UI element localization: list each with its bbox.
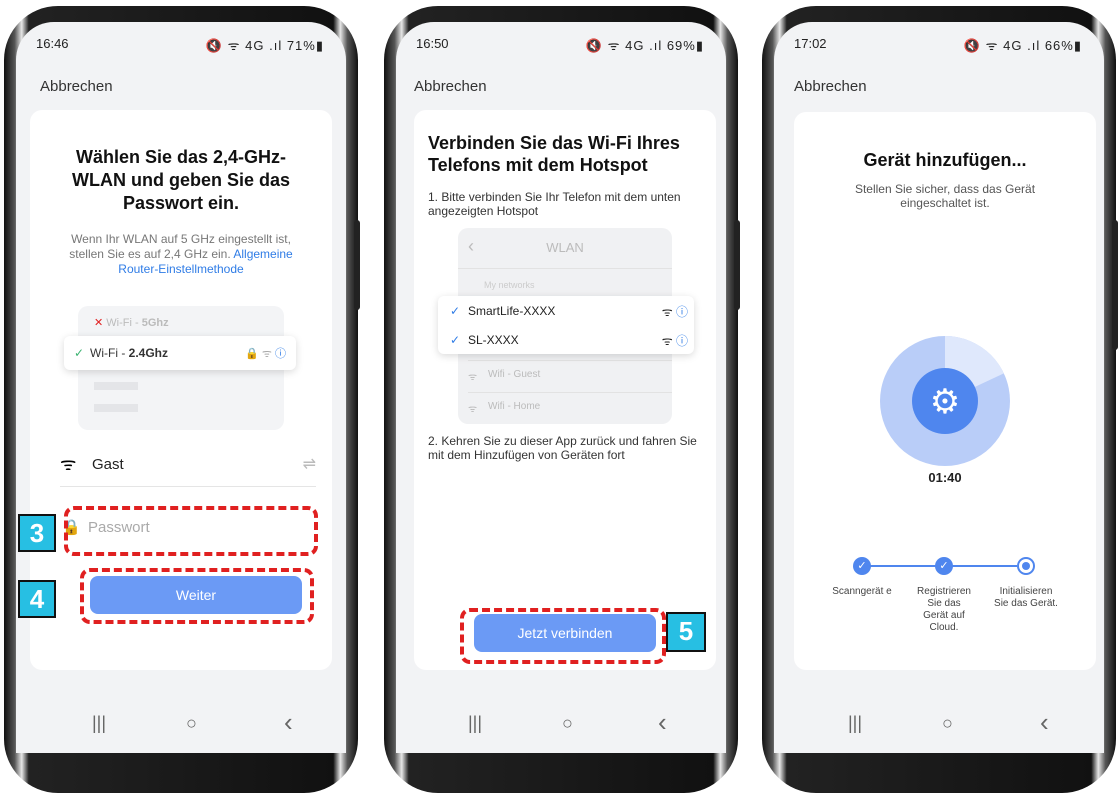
page-title: Verbinden Sie das Wi-Fi Ihres Telefons m…	[428, 133, 680, 175]
step-3-dot	[1017, 557, 1035, 575]
network-row[interactable]: ᯤ Gast ⇌	[60, 450, 316, 480]
hotspot-row[interactable]: ✓ SmartLife-XXXX ᯤ ⓘ	[438, 296, 694, 325]
step-badge-4: 4	[18, 580, 56, 618]
network-name: Wifi - Guest	[488, 369, 541, 380]
status-time: 17:02	[794, 36, 827, 51]
recent-apps-icon[interactable]: |||	[468, 713, 482, 734]
adding-card: Gerät hinzufügen... Stellen Sie sicher, …	[794, 112, 1096, 670]
wifi-24g-label: Wi-Fi -	[90, 346, 129, 360]
lock-wifi-info-icon: 🔒 ᯤ ⓘ	[245, 348, 286, 360]
password-highlight	[64, 506, 318, 556]
status-bar: 16:50 🔇 ᯤ 4G .ıl 69%▮	[416, 36, 704, 54]
close-icon: ✕	[94, 317, 104, 329]
android-nav-bar: ||| ○ ‹	[396, 693, 726, 753]
wifi-icon: ᯤ	[468, 372, 478, 383]
side-button	[1112, 220, 1118, 350]
hotspot-row[interactable]: ✓ SL-XXXX ᯤ ⓘ	[438, 325, 694, 354]
gear-icon: ⚙	[930, 382, 960, 422]
wifi-info-icon: ᯤ ⓘ	[661, 305, 688, 319]
wifi-icon: ᯤ	[60, 454, 77, 474]
recent-apps-icon[interactable]: |||	[848, 713, 862, 734]
placeholder-bar	[94, 404, 138, 412]
step-badge-3: 3	[18, 514, 56, 552]
hotspot-card: Verbinden Sie das Wi-Fi Ihres Telefons m…	[414, 110, 716, 670]
check-icon: ✓	[74, 346, 85, 360]
phone-screen: 16:46 🔇 ᯤ 4G .ıl 71%▮ Abbrechen Wählen S…	[16, 22, 346, 753]
page-title: Gerät hinzufügen...	[863, 150, 1027, 170]
wifi-5g-label: Wi-Fi -	[106, 317, 142, 329]
phone-screen: 17:02 🔇 ᯤ 4G .ıl 66%▮ Abbrechen Gerät hi…	[774, 22, 1104, 753]
page-title: Wählen Sie das 2,4-GHz-WLAN und geben Si…	[71, 147, 290, 213]
wifi-hint: Wenn Ihr WLAN auf 5 GHz eingestellt ist,…	[60, 232, 302, 277]
next-button-highlight	[80, 568, 314, 624]
hotspot-list: ✓ SmartLife-XXXX ᯤ ⓘ ✓ SL-XXXX ᯤ ⓘ	[438, 296, 694, 354]
wifi-5g-band: 5Ghz	[141, 317, 169, 329]
step-1-dot: ✓	[853, 557, 871, 575]
status-time: 16:50	[416, 36, 449, 51]
step-3-label: Initialisieren Sie das Gerät.	[994, 586, 1058, 609]
hotspot-name: SL-XXXX	[468, 333, 519, 347]
progress-ring: ⚙	[880, 336, 1010, 466]
step-2-text: 2. Kehren Sie zu dieser App zurück und f…	[428, 434, 697, 462]
phone-1: 16:46 🔇 ᯤ 4G .ıl 71%▮ Abbrechen Wählen S…	[0, 0, 362, 793]
android-nav-bar: ||| ○ ‹	[774, 693, 1104, 753]
home-icon[interactable]: ○	[186, 713, 197, 734]
connect-button-highlight	[460, 608, 666, 664]
step-2-label: Registrieren Sie das Gerät auf Cloud.	[917, 586, 971, 633]
status-time: 16:46	[36, 36, 69, 51]
back-icon[interactable]: ‹	[1040, 707, 1049, 738]
wlan-title: WLAN	[546, 240, 584, 255]
wifi-24g-row: ✓ Wi-Fi - 2.4Ghz 🔒 ᯤ ⓘ	[64, 336, 296, 370]
hotspot-name: SmartLife-XXXX	[468, 304, 556, 318]
step-1-text: 1. Bitte verbinden Sie Ihr Telefon mit d…	[428, 190, 681, 218]
cancel-button[interactable]: Abbrechen	[414, 78, 487, 95]
wifi-guest-row: ᯤ Wifi - Guest	[468, 360, 672, 389]
android-nav-bar: ||| ○ ‹	[16, 693, 346, 753]
side-button	[354, 220, 360, 310]
step-2-dot: ✓	[935, 557, 953, 575]
wifi-icon: ᯤ	[468, 404, 478, 415]
placeholder-bar	[94, 382, 138, 390]
cancel-button[interactable]: Abbrechen	[794, 78, 867, 95]
status-icons: 🔇 ᯤ 4G .ıl 71%▮	[205, 38, 324, 53]
status-icons: 🔇 ᯤ 4G .ıl 66%▮	[963, 38, 1082, 53]
wifi-info-icon: ᯤ ⓘ	[661, 334, 688, 348]
timer: 01:40	[928, 470, 962, 485]
step-1-label: Scanngerät e	[832, 586, 892, 597]
back-icon[interactable]: ‹	[658, 707, 667, 738]
status-bar: 17:02 🔇 ᯤ 4G .ıl 66%▮	[794, 36, 1082, 54]
page-subtitle: Stellen Sie sicher, dass das Gerät einge…	[854, 182, 1036, 210]
check-icon: ✓	[450, 333, 461, 347]
status-bar: 16:46 🔇 ᯤ 4G .ıl 71%▮	[36, 36, 324, 54]
side-button	[734, 220, 740, 310]
back-icon[interactable]: ‹	[284, 707, 293, 738]
switch-network-icon[interactable]: ⇌	[303, 454, 316, 474]
recent-apps-icon[interactable]: |||	[92, 713, 106, 734]
network-name: Gast	[92, 456, 124, 473]
cancel-button[interactable]: Abbrechen	[40, 78, 113, 95]
check-icon: ✓	[450, 304, 461, 318]
phone-3: 17:02 🔇 ᯤ 4G .ıl 66%▮ Abbrechen Gerät hi…	[758, 0, 1120, 793]
home-icon[interactable]: ○	[942, 713, 953, 734]
wifi-24g-band: 2.4Ghz	[128, 346, 169, 360]
divider	[60, 486, 316, 487]
my-networks-label: My networks	[484, 280, 535, 290]
wifi-24g-text: Wi-Fi - 2.4Ghz	[90, 346, 168, 360]
status-icons: 🔇 ᯤ 4G .ıl 69%▮	[585, 38, 704, 53]
wifi-5g-row: ✕ Wi-Fi - 5Ghz	[94, 316, 169, 329]
wlan-header: ‹ WLAN	[458, 228, 672, 269]
step-badge-5: 5	[666, 612, 706, 652]
wifi-home-row: ᯤ Wifi - Home	[468, 392, 672, 421]
network-name: Wifi - Home	[488, 401, 541, 412]
home-icon[interactable]: ○	[562, 713, 573, 734]
